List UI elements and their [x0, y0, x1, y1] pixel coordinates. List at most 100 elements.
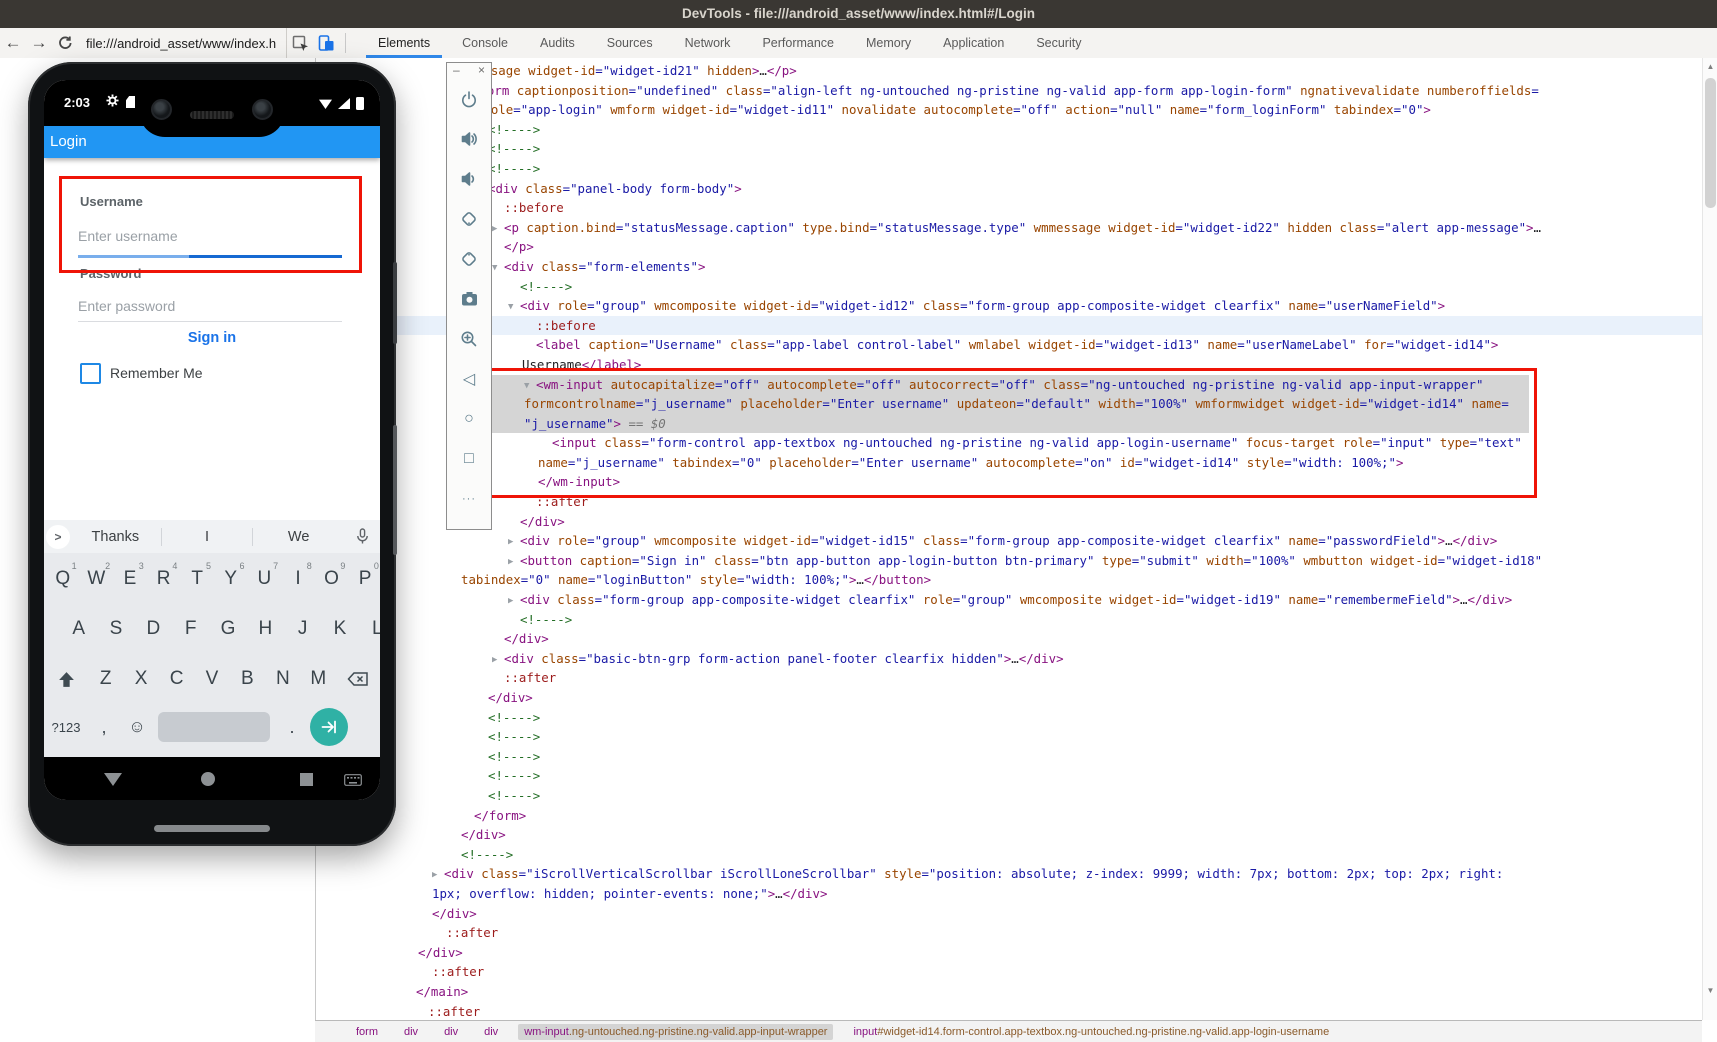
code-line[interactable]: <!----> — [316, 747, 1703, 767]
code-line[interactable]: <!----> — [316, 786, 1703, 806]
code-line[interactable]: ▶<div class="iScrollVerticalScrollbar iS… — [316, 864, 1703, 884]
device-toolbar-toggle[interactable] — [313, 31, 339, 55]
key-e[interactable]: E3 — [113, 568, 147, 590]
code-line[interactable]: ::before — [316, 198, 1703, 218]
breadcrumb-item-input[interactable]: input#widget-id14.form-control.app-textb… — [847, 1024, 1335, 1040]
mic-button[interactable] — [344, 528, 380, 545]
code-line[interactable]: </p> — [316, 237, 1703, 257]
space-key[interactable] — [158, 712, 270, 742]
tab-elements[interactable]: Elements — [362, 28, 446, 58]
key-y[interactable]: Y6 — [214, 568, 248, 590]
rotate-right-button[interactable] — [459, 239, 479, 279]
code-line[interactable]: ▶<p caption.bind="statusMessage.caption"… — [316, 218, 1703, 238]
code-line[interactable]: <!----> — [316, 766, 1703, 786]
key-k[interactable]: K — [321, 618, 358, 640]
nav-back-icon[interactable] — [104, 773, 122, 786]
code-line[interactable]: <!----> — [316, 845, 1703, 865]
code-line[interactable]: ::after — [316, 1002, 1703, 1021]
key-d[interactable]: D — [135, 618, 172, 640]
forward-button[interactable]: → — [26, 30, 52, 56]
code-line[interactable]: ▼<form captionposition="undefined" class… — [316, 81, 1703, 101]
rotate-left-button[interactable] — [459, 199, 479, 239]
tab-network[interactable]: Network — [669, 28, 747, 58]
code-line[interactable]: </div> — [316, 943, 1703, 963]
code-line[interactable]: </div> — [316, 512, 1703, 532]
code-line[interactable]: mmessage widget-id="widget-id21" hidden>… — [316, 61, 1703, 81]
key-f[interactable]: F — [172, 618, 209, 640]
more-options-button[interactable]: ··· — [462, 479, 476, 519]
breadcrumb-item-div[interactable]: div — [398, 1024, 424, 1040]
key-p[interactable]: P0 — [348, 568, 380, 590]
suggestion-1[interactable]: Thanks — [70, 529, 161, 545]
scroll-down-arrow[interactable]: ▼ — [1703, 984, 1717, 998]
toolbar-close-button[interactable]: × — [478, 63, 485, 79]
suggestion-3[interactable]: We — [253, 529, 344, 545]
key-s[interactable]: S — [97, 618, 134, 640]
key-i[interactable]: I8 — [281, 568, 315, 590]
elements-panel[interactable]: mmessage widget-id="widget-id21" hidden>… — [315, 58, 1703, 1020]
code-line[interactable]: 0" role="app-login" wmform widget-id="wi… — [316, 100, 1703, 120]
password-input[interactable]: Enter password — [78, 298, 175, 314]
code-line[interactable]: ▼<div class="form-elements"> — [316, 257, 1703, 277]
code-line[interactable]: ::after — [316, 962, 1703, 982]
key-b[interactable]: B — [230, 668, 265, 690]
code-line[interactable]: ::after — [316, 923, 1703, 943]
url-bar[interactable]: file:///android_asset/www/index.h — [86, 36, 286, 51]
tab-memory[interactable]: Memory — [850, 28, 927, 58]
key-g[interactable]: G — [209, 618, 246, 640]
elements-scrollbar[interactable]: ▲ ▼ — [1702, 58, 1717, 1020]
key-q[interactable]: Q1 — [46, 568, 80, 590]
shift-key[interactable] — [44, 671, 88, 688]
suggestion-expand-button[interactable]: > — [46, 525, 70, 549]
back-button-device[interactable]: ◁ — [463, 359, 475, 399]
tab-console[interactable]: Console — [446, 28, 524, 58]
key-r[interactable]: R4 — [147, 568, 181, 590]
code-line[interactable]: <label caption="Username" class="app-lab… — [316, 335, 1703, 355]
code-line[interactable]: ▶<div role="group" wmcomposite widget-id… — [316, 531, 1703, 551]
home-button-device[interactable]: ○ — [464, 399, 474, 439]
key-u[interactable]: U7 — [248, 568, 282, 590]
screenshot-button[interactable] — [460, 279, 479, 319]
code-line[interactable]: <!----> — [316, 159, 1703, 179]
code-line[interactable]: </div> — [316, 825, 1703, 845]
code-line[interactable]: </div> — [316, 904, 1703, 924]
key-t[interactable]: T5 — [180, 568, 214, 590]
tab-security[interactable]: Security — [1020, 28, 1097, 58]
inspect-element-button[interactable] — [287, 31, 313, 55]
breadcrumb-item-div[interactable]: div — [438, 1024, 464, 1040]
power-button[interactable] — [460, 79, 478, 119]
key-m[interactable]: M — [301, 668, 336, 690]
code-line[interactable]: ::before — [316, 316, 1703, 336]
volume-down-button[interactable] — [460, 159, 478, 199]
comma-key[interactable]: , — [88, 717, 120, 738]
toolbar-minimize-button[interactable]: – — [453, 63, 460, 79]
code-line[interactable]: <!----> — [316, 139, 1703, 159]
tab-audits[interactable]: Audits — [524, 28, 591, 58]
code-line[interactable]: tabindex="0" name="loginButton" style="w… — [316, 570, 1703, 590]
tab-application[interactable]: Application — [927, 28, 1020, 58]
code-line[interactable]: <!----> — [316, 277, 1703, 297]
code-line[interactable]: 1px; overflow: hidden; pointer-events: n… — [316, 884, 1703, 904]
backspace-key[interactable] — [336, 671, 380, 687]
nav-keyboard-hide-icon[interactable] — [344, 774, 362, 786]
code-line[interactable]: ▶<div class="form-group app-composite-wi… — [316, 590, 1703, 610]
key-x[interactable]: X — [123, 668, 158, 690]
code-line[interactable]: <!----> — [316, 120, 1703, 140]
remember-me-checkbox[interactable] — [80, 363, 101, 384]
reload-button[interactable] — [52, 30, 78, 56]
nav-home-icon[interactable] — [201, 772, 215, 786]
period-key[interactable]: . — [274, 717, 310, 738]
tab-sources[interactable]: Sources — [591, 28, 669, 58]
breadcrumb-item-div[interactable]: div — [478, 1024, 504, 1040]
key-h[interactable]: H — [247, 618, 284, 640]
suggestion-2[interactable]: I — [162, 529, 253, 545]
code-line[interactable]: ▶<button caption="Sign in" class="btn ap… — [316, 551, 1703, 571]
code-line[interactable]: ▶<div class="basic-btn-grp form-action p… — [316, 649, 1703, 669]
code-line[interactable]: <!----> — [316, 708, 1703, 728]
nav-recents-icon[interactable] — [300, 773, 313, 786]
key-a[interactable]: A — [60, 618, 97, 640]
code-line[interactable]: </div> — [316, 629, 1703, 649]
code-line[interactable]: </form> — [316, 806, 1703, 826]
key-w[interactable]: W2 — [80, 568, 114, 590]
enter-key[interactable] — [310, 708, 348, 746]
